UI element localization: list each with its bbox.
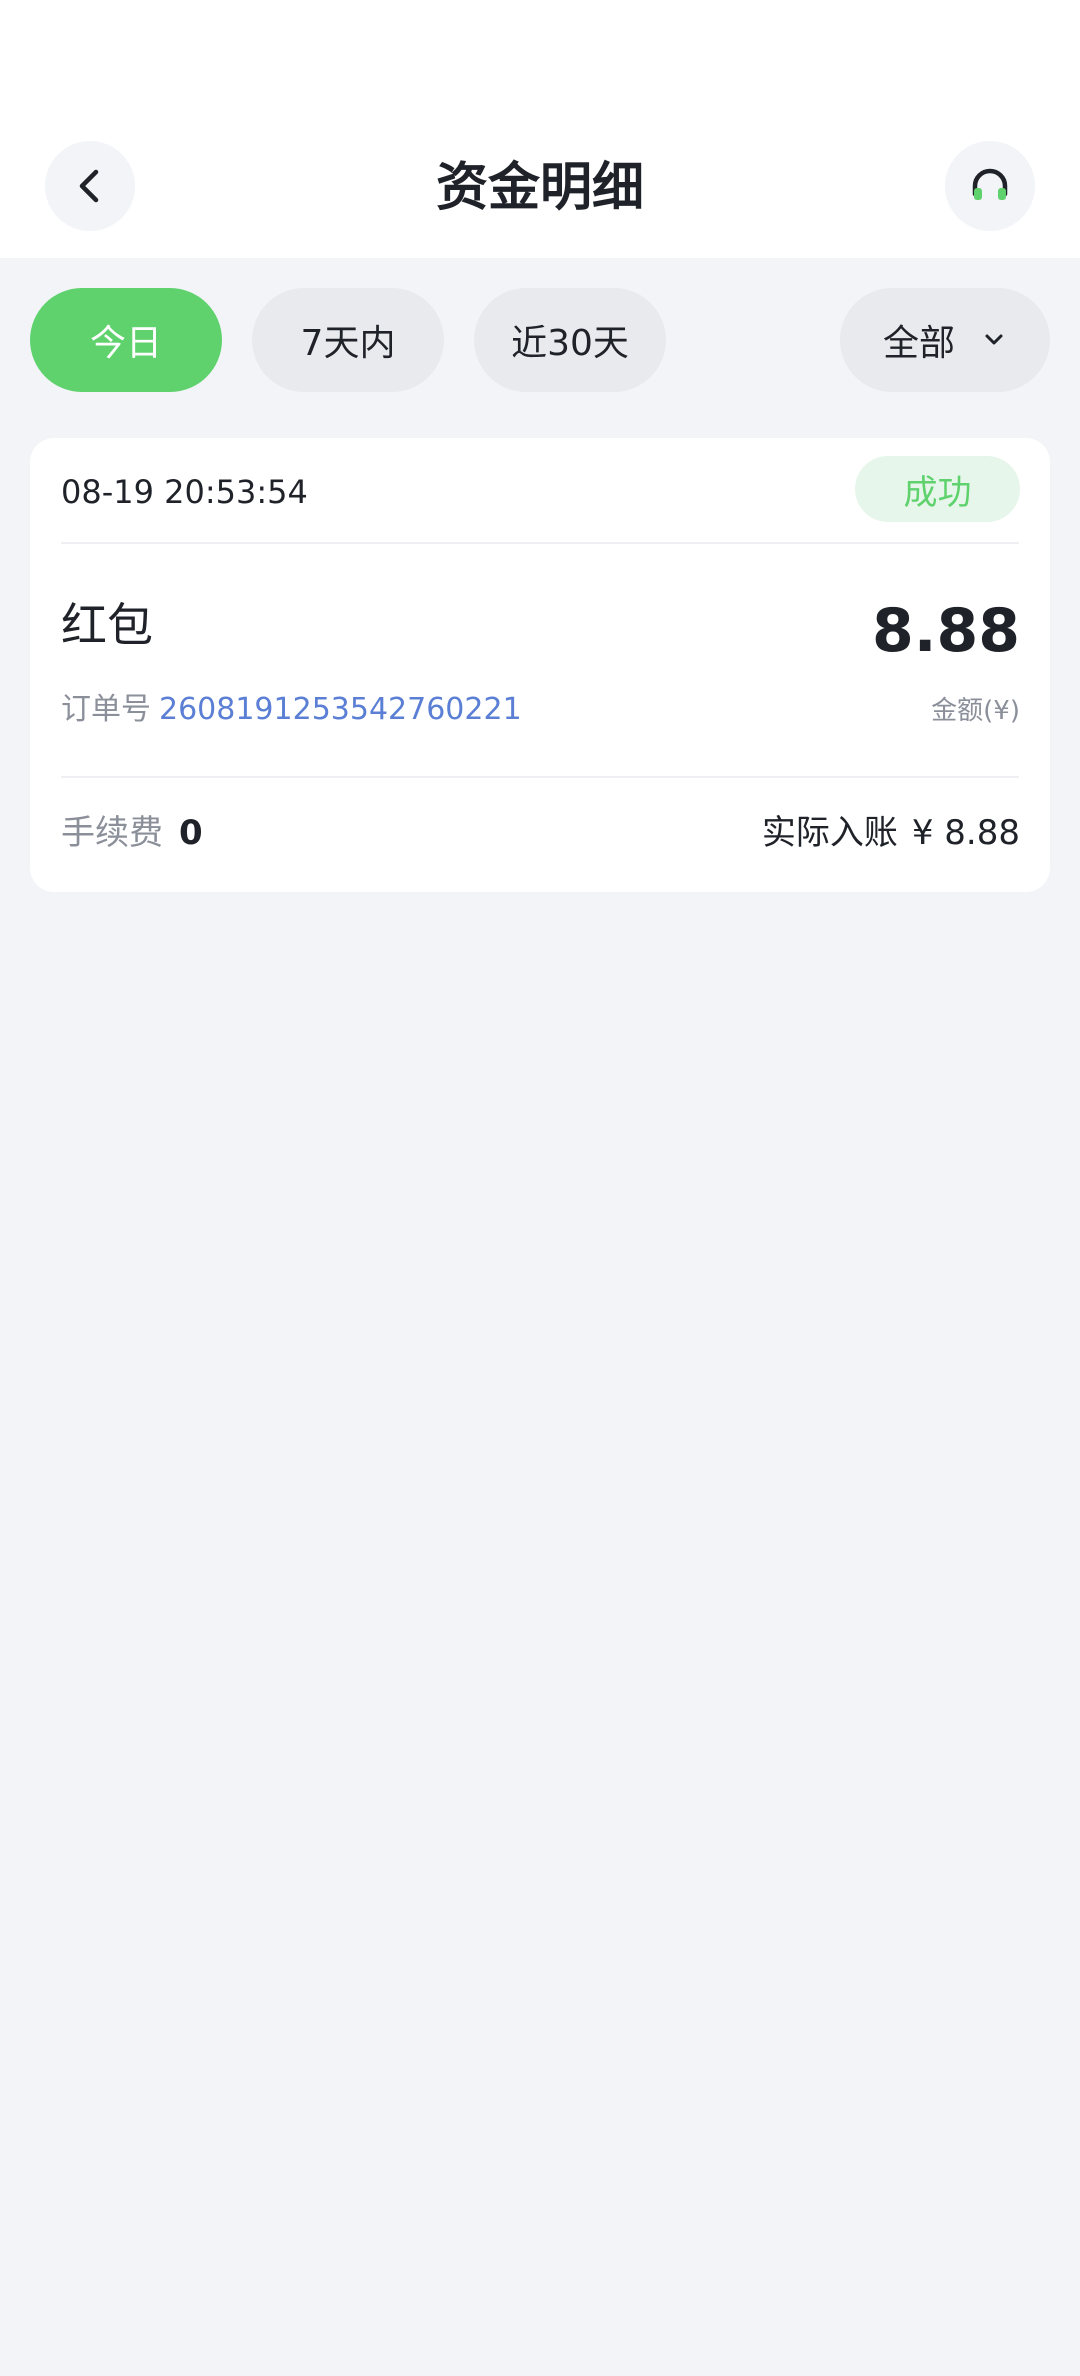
customer-service-button[interactable] — [945, 141, 1035, 231]
fee-label: 手续费 — [61, 813, 163, 853]
page-title: 资金明细 — [435, 158, 644, 218]
headphones-icon — [972, 168, 1008, 200]
fee-value: 0 — [179, 813, 203, 853]
order-number-label: 订单号 — [61, 692, 151, 727]
transaction-type: 红包 — [61, 598, 153, 652]
order-number-row: 订单号 2608191253542760221 — [61, 692, 522, 728]
actual-credit-row: 实际入账 ¥ 8.88 — [762, 812, 1020, 854]
filter-today-tab[interactable]: 今日 — [30, 288, 222, 392]
order-number-value[interactable]: 2608191253542760221 — [159, 692, 522, 727]
type-filter-dropdown[interactable]: 全部 — [840, 288, 1050, 392]
transaction-card[interactable]: 08-19 20:53:54 成功 红包 8.88 订单号 26081912535… — [30, 438, 1050, 892]
divider — [61, 776, 1019, 778]
actual-credit-value: ¥ 8.88 — [911, 813, 1020, 853]
actual-credit-label: 实际入账 — [761, 813, 898, 853]
fee-row: 手续费 0 — [61, 812, 203, 854]
divider — [61, 542, 1019, 544]
chevron-down-icon — [981, 327, 1007, 353]
type-filter-label: 全部 — [882, 323, 955, 364]
transaction-amount: 8.88 — [871, 596, 1020, 666]
date-filter-bar: 今日 7天内 近30天 全部 — [0, 288, 1080, 392]
filter-30-days-tab[interactable]: 近30天 — [474, 288, 666, 392]
transaction-time: 08-19 20:53:54 — [61, 473, 308, 511]
status-badge: 成功 — [855, 456, 1020, 522]
filter-7-days-tab[interactable]: 7天内 — [252, 288, 444, 392]
top-bar: 资金明细 — [0, 0, 1080, 258]
amount-unit-label: 金额(¥) — [931, 696, 1020, 726]
